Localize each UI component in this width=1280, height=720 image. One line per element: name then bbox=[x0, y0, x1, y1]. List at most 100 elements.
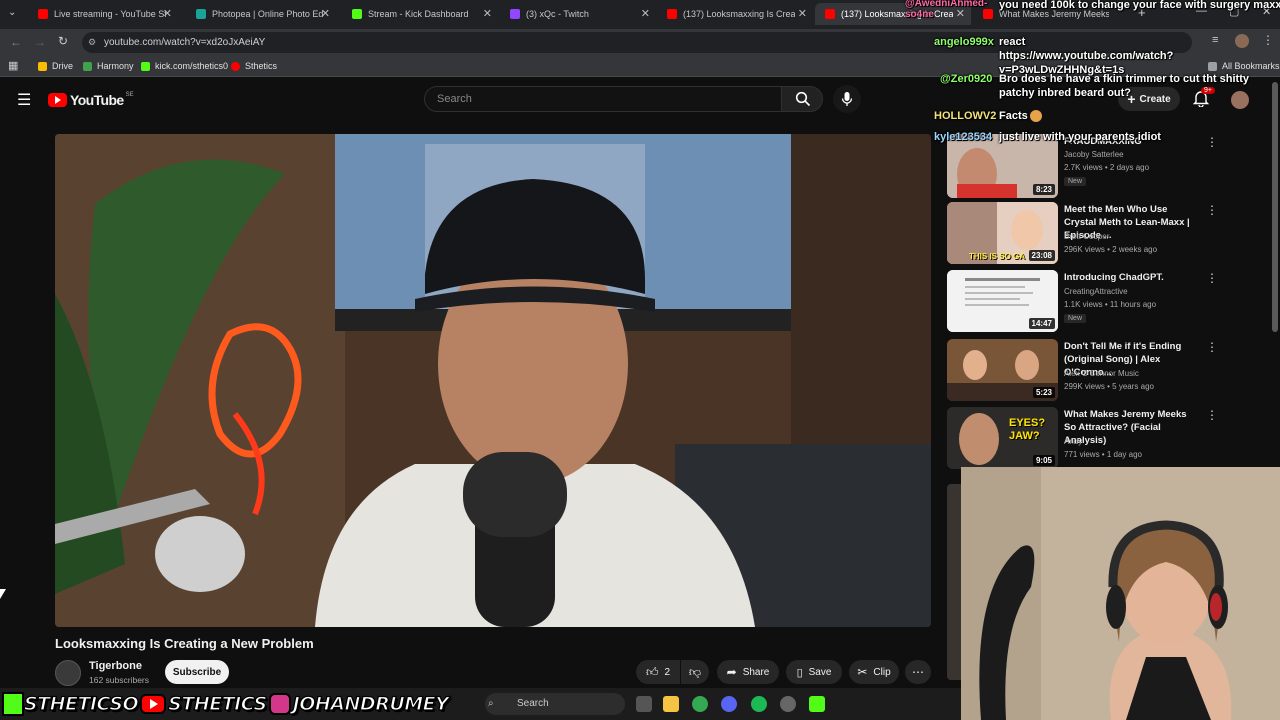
close-icon[interactable]: ✕ bbox=[798, 7, 807, 20]
harmony-icon bbox=[83, 61, 92, 71]
taskbar-search-placeholder: Search bbox=[517, 698, 549, 709]
all-bookmarks[interactable]: All Bookmarks bbox=[1208, 61, 1280, 71]
bookmark-label: Harmony bbox=[97, 61, 134, 71]
recommendation-channel[interactable]: Brett Cooper bbox=[1064, 230, 1204, 243]
recommendation-thumbnail-partial[interactable] bbox=[947, 484, 961, 680]
profile-avatar[interactable] bbox=[1235, 34, 1249, 48]
voice-search-button[interactable] bbox=[833, 85, 861, 113]
channel-avatar[interactable] bbox=[55, 660, 81, 686]
recommendation-channel[interactable]: CreatingAttractive bbox=[1064, 285, 1204, 298]
save-button[interactable]: ▯ Save bbox=[786, 660, 842, 684]
file-explorer-icon[interactable] bbox=[663, 696, 679, 712]
apps-grid-icon[interactable]: ▦ bbox=[8, 59, 18, 72]
chat-username: kyle123534 bbox=[934, 131, 993, 143]
extensions-icon[interactable]: ≡ bbox=[1212, 34, 1218, 46]
chat-text: Facts bbox=[999, 110, 1028, 122]
settings-icon[interactable] bbox=[780, 696, 796, 712]
dislike-button[interactable]: 👎︎ bbox=[681, 660, 709, 684]
clip-button[interactable]: ✂ Clip bbox=[849, 660, 899, 684]
brand-kick-handle: STHETICSO bbox=[23, 692, 139, 715]
kick-app-icon[interactable] bbox=[809, 696, 825, 712]
tab-twitch[interactable]: (3) xQc - Twitch ✕ bbox=[500, 3, 656, 25]
search-input[interactable]: Search bbox=[424, 86, 781, 112]
recommendation-title[interactable]: Introducing ChadGPT. bbox=[1064, 271, 1198, 284]
youtube-logo-icon bbox=[140, 694, 167, 714]
bookmark-icon: ▯ bbox=[796, 666, 803, 679]
recommendation-thumbnail[interactable]: EYES? JAW? 9:05 bbox=[947, 407, 1058, 469]
close-icon[interactable]: ✕ bbox=[163, 7, 172, 20]
recommendation-thumbnail[interactable]: THIS IS SO GA 23:08 bbox=[947, 202, 1058, 264]
tab-search-chevron-icon[interactable]: ⌄ bbox=[8, 7, 16, 18]
chat-username: angelo999x bbox=[934, 36, 994, 48]
discord-icon[interactable] bbox=[721, 696, 737, 712]
search-button[interactable] bbox=[781, 86, 823, 112]
more-vertical-icon[interactable]: ⋮ bbox=[1206, 203, 1218, 217]
more-vertical-icon[interactable]: ⋮ bbox=[1206, 271, 1218, 285]
task-view-icon[interactable] bbox=[636, 696, 652, 712]
bookmark-label: Sthetics bbox=[245, 61, 278, 71]
clip-label: Clip bbox=[873, 666, 891, 678]
video-player[interactable] bbox=[55, 134, 931, 627]
bookmark-harmony[interactable]: Harmony bbox=[83, 61, 134, 71]
thumbnail-caption: THIS IS SO GA bbox=[969, 252, 1026, 261]
tab-youtube-video-1[interactable]: (137) Looksmaxxing Is Creating ✕ bbox=[657, 3, 813, 25]
share-button[interactable]: ➦ Share bbox=[717, 660, 779, 684]
video-duration: 8:23 bbox=[1032, 184, 1055, 195]
youtube-favicon-icon bbox=[38, 9, 48, 19]
more-horizontal-icon: ⋯ bbox=[912, 665, 924, 679]
search-placeholder: Search bbox=[437, 93, 472, 105]
close-icon[interactable]: ✕ bbox=[483, 7, 492, 20]
like-button[interactable]: 👍︎ 2 bbox=[636, 660, 680, 684]
tab-label: Photopea | Online Photo Editor bbox=[212, 9, 324, 19]
channel-name[interactable]: Tigerbone bbox=[89, 660, 142, 672]
forward-icon[interactable]: → bbox=[34, 35, 46, 49]
site-info-icon[interactable]: ⚙ bbox=[88, 32, 96, 53]
video-duration: 9:05 bbox=[1032, 455, 1055, 466]
youtube-logo[interactable]: YouTube SE bbox=[48, 92, 134, 108]
tab-label: Stream - Kick Dashboard bbox=[368, 9, 469, 19]
bookmark-drive[interactable]: Drive bbox=[38, 61, 73, 71]
tab-kick-dashboard[interactable]: Stream - Kick Dashboard ✕ bbox=[342, 3, 498, 25]
close-icon[interactable]: ✕ bbox=[641, 7, 650, 20]
new-badge: New bbox=[1064, 314, 1087, 323]
recommendation-channel[interactable]: Jacoby Satterlee bbox=[1064, 148, 1204, 161]
more-vertical-icon[interactable]: ⋮ bbox=[1206, 340, 1218, 354]
video-duration: 23:08 bbox=[1028, 250, 1055, 261]
bookmark-sthetics[interactable]: Sthetics bbox=[231, 61, 277, 71]
bookmark-kick[interactable]: kick.com/sthetics0 bbox=[141, 61, 228, 71]
recommendation-channel[interactable]: Alex O'Connor Music bbox=[1064, 367, 1204, 380]
more-vertical-icon[interactable]: ⋮ bbox=[1206, 135, 1218, 149]
recommendation-thumbnail[interactable]: 5:23 bbox=[947, 339, 1058, 401]
search-icon: ⌕ bbox=[488, 698, 494, 709]
youtube-icon bbox=[231, 61, 240, 71]
all-bookmarks-label: All Bookmarks bbox=[1222, 61, 1280, 71]
more-vertical-icon[interactable]: ⋮ bbox=[1206, 408, 1218, 422]
tab-label: Live streaming - YouTube Studio bbox=[54, 9, 166, 19]
close-icon[interactable]: ✕ bbox=[321, 7, 330, 20]
back-icon[interactable]: ← bbox=[10, 35, 22, 49]
subscribe-button[interactable]: Subscribe bbox=[165, 660, 229, 684]
recommendation-channel[interactable]: Andy bbox=[1064, 435, 1204, 448]
photopea-favicon-icon bbox=[196, 9, 206, 19]
instagram-logo-icon bbox=[268, 693, 291, 715]
video-title: Looksmaxxing Is Creating a New Problem bbox=[55, 636, 314, 651]
taskbar-search[interactable]: ⌕ Search bbox=[485, 693, 625, 715]
reload-icon[interactable]: ↻ bbox=[58, 34, 68, 48]
recommendation-thumbnail[interactable]: 14:47 bbox=[947, 270, 1058, 332]
like-count: 2 bbox=[664, 666, 671, 678]
hamburger-menu-icon[interactable]: ☰ bbox=[17, 90, 31, 110]
recommendation-meta: 296K views • 2 weeks ago bbox=[1064, 245, 1158, 254]
drive-icon bbox=[38, 61, 47, 71]
share-icon: ➦ bbox=[726, 665, 737, 679]
search-icon bbox=[795, 91, 811, 107]
stream-socials-overlay: STHETICSO STHETICS JOHANDRUMEY bbox=[0, 688, 449, 720]
chat-username: @Zer0920 bbox=[940, 73, 993, 85]
more-actions-button[interactable]: ⋯ bbox=[905, 660, 931, 684]
browser-menu-icon[interactable]: ⋮ bbox=[1262, 33, 1274, 47]
tab-photopea[interactable]: Photopea | Online Photo Editor ✕ bbox=[186, 3, 336, 25]
tab-youtube-studio[interactable]: Live streaming - YouTube Studio ✕ bbox=[28, 3, 178, 25]
chat-username: HOLLOWV2 bbox=[934, 110, 997, 122]
page-scrollbar[interactable] bbox=[1272, 82, 1278, 332]
spotify-icon[interactable] bbox=[751, 696, 767, 712]
chrome-icon[interactable] bbox=[692, 696, 708, 712]
